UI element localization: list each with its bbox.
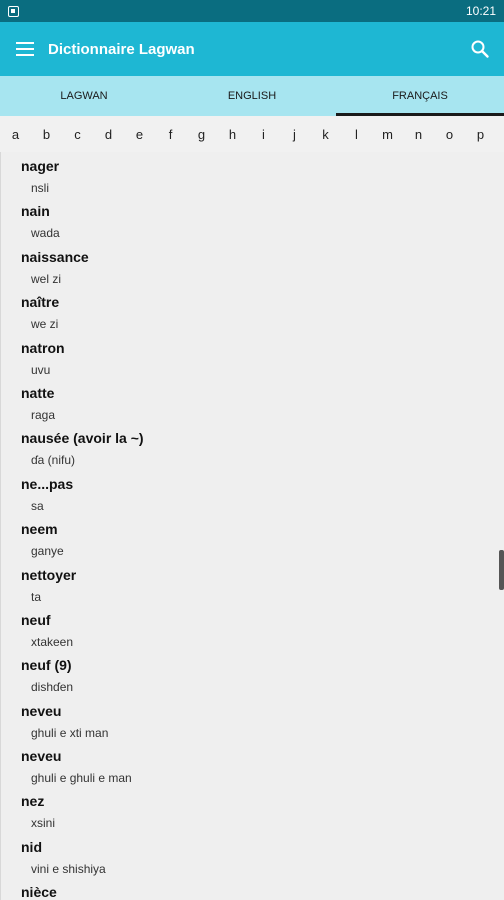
alphabet-letter-e[interactable]: e [124, 127, 155, 142]
tab-francais[interactable]: FRANÇAIS [336, 76, 504, 116]
list-item[interactable]: nez xsini [1, 787, 504, 832]
entry-word: nager [21, 158, 60, 174]
alphabet-letter-g[interactable]: g [186, 127, 217, 142]
scrollbar-thumb[interactable] [499, 550, 504, 590]
entry-word: natte [21, 384, 55, 401]
status-time: 10:21 [465, 4, 496, 18]
search-icon[interactable] [470, 39, 490, 59]
entry-word: nièce [21, 884, 57, 900]
list-item[interactable]: ne...pas sa [1, 470, 504, 515]
list-item[interactable]: natron uvu [1, 334, 504, 379]
entry-translation: sa [31, 498, 44, 513]
list-item[interactable]: naissance wel zi [1, 243, 504, 288]
entry-translation: uvu [31, 362, 51, 377]
entry-word: nausée (avoir la ~) [21, 430, 144, 447]
alphabet-letter-k[interactable]: k [310, 127, 341, 142]
entry-word: nettoyer [21, 566, 77, 583]
list-item[interactable]: neuf (9) dishɗen [1, 651, 504, 696]
entry-word: neveu [21, 748, 62, 765]
alphabet-index: abcdefghijklmnop [0, 116, 504, 152]
entry-translation: ta [31, 589, 42, 604]
entry-translation: nsli [31, 181, 50, 195]
tab-lagwan[interactable]: LAGWAN [0, 76, 168, 116]
alphabet-letter-n[interactable]: n [403, 127, 434, 142]
alphabet-letter-b[interactable]: b [31, 127, 62, 142]
list-item[interactable]: natte raga [1, 379, 504, 424]
entry-word: naissance [21, 248, 89, 265]
status-bar: 10:21 [0, 0, 504, 22]
entry-translation: xsini [31, 816, 56, 831]
entry-word: nez [21, 793, 45, 810]
tab-english[interactable]: ENGLISH [168, 76, 336, 116]
word-list[interactable]: nager nsli nain wada naissance wel zi naître we… [0, 152, 504, 900]
entry-word: neem [21, 521, 58, 538]
entry-word: nid [21, 838, 42, 855]
app-notification-icon [8, 5, 19, 17]
alphabet-letter-h[interactable]: h [217, 127, 248, 142]
entry-word: ne...pas [21, 475, 74, 492]
list-item[interactable]: nettoyer ta [1, 561, 504, 606]
entry-translation: wada [31, 226, 60, 241]
entry-translation: raga [31, 407, 56, 422]
list-item[interactable]: nager nsli [1, 152, 504, 197]
entry-translation: wel zi [31, 271, 62, 286]
entry-word: natron [21, 339, 65, 356]
list-item[interactable]: neuf xtakeen [1, 606, 504, 651]
alphabet-letter-i[interactable]: i [248, 127, 279, 142]
language-tabs: LAGWAN ENGLISH FRANÇAIS [0, 76, 504, 116]
alphabet-letter-l[interactable]: l [341, 127, 372, 142]
entry-translation: we zi [31, 317, 59, 332]
entry-word: neuf (9) [21, 657, 72, 674]
entry-word: naître [21, 294, 60, 311]
entry-translation: ganye [31, 544, 64, 559]
app-title: Dictionnaire Lagwan [48, 40, 195, 58]
alphabet-letter-o[interactable]: o [434, 127, 465, 142]
list-item[interactable]: nièce [1, 878, 504, 900]
list-item[interactable]: nain wada [1, 197, 504, 242]
entry-translation: ghuli e ghuli e man [31, 771, 132, 786]
entry-translation: xtakeen [31, 634, 74, 649]
alphabet-letter-p[interactable]: p [465, 127, 496, 142]
entry-translation: ghuli e xti man [31, 725, 109, 740]
entry-translation: dishɗen [31, 680, 74, 695]
entry-word: neveu [21, 702, 62, 719]
alphabet-letter-j[interactable]: j [279, 127, 310, 142]
alphabet-letter-c[interactable]: c [62, 127, 93, 142]
entry-word: neuf [21, 611, 51, 628]
alphabet-letter-m[interactable]: m [372, 127, 403, 142]
entry-translation: ɗa (nifu) [31, 453, 76, 468]
list-item[interactable]: neveu ghuli e ghuli e man [1, 742, 504, 787]
list-item[interactable]: neem ganye [1, 515, 504, 560]
list-item[interactable]: nid vini e shishiya [1, 833, 504, 878]
entry-word: nain [21, 203, 50, 220]
list-item[interactable]: nausée (avoir la ~) ɗa (nifu) [1, 424, 504, 469]
menu-icon[interactable] [16, 42, 34, 56]
alphabet-letter-a[interactable]: a [0, 127, 31, 142]
app-bar: Dictionnaire Lagwan [0, 22, 504, 76]
list-item[interactable]: naître we zi [1, 288, 504, 333]
entry-translation: vini e shishiya [31, 861, 106, 876]
list-item[interactable]: neveu ghuli e xti man [1, 697, 504, 742]
alphabet-letter-f[interactable]: f [155, 127, 186, 142]
alphabet-letter-d[interactable]: d [93, 127, 124, 142]
